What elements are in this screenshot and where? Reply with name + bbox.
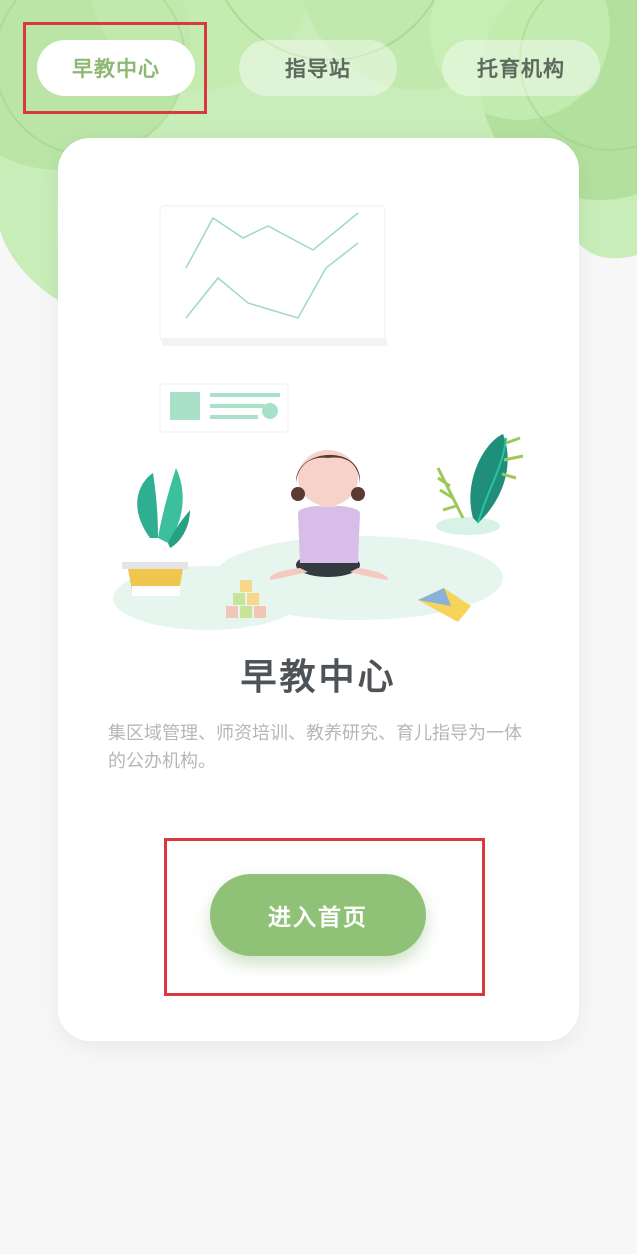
info-card: 早教中心 集区域管理、师资培训、教养研究、育儿指导为一体的公办机构。 进入首页 bbox=[58, 138, 579, 1041]
tab-early-education-center[interactable]: 早教中心 bbox=[37, 40, 195, 96]
tab-guidance-station[interactable]: 指导站 bbox=[239, 40, 397, 96]
child-illustration bbox=[113, 205, 524, 630]
tab-bar: 早教中心 指导站 托育机构 bbox=[0, 0, 637, 140]
enter-homepage-button[interactable]: 进入首页 bbox=[210, 874, 426, 956]
page-title: 早教中心 bbox=[240, 657, 397, 698]
tab-childcare-institution[interactable]: 托育机构 bbox=[442, 40, 600, 96]
description-text: 集区域管理、师资培训、教养研究、育儿指导为一体的公办机构。 bbox=[108, 723, 522, 772]
